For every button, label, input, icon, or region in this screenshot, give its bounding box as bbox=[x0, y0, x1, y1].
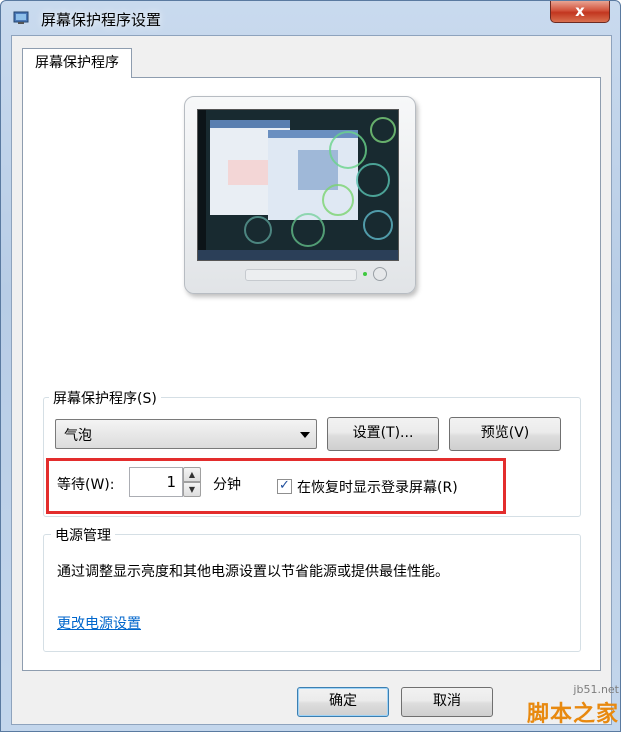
chevron-down-icon bbox=[300, 432, 310, 438]
screensaver-group-label: 屏幕保护程序(S) bbox=[49, 388, 161, 408]
power-description: 通过调整显示亮度和其他电源设置以节省能源或提供最佳性能。 bbox=[57, 564, 449, 580]
close-button[interactable]: x bbox=[550, 1, 610, 23]
close-icon: x bbox=[575, 2, 585, 20]
preview-button[interactable]: 预览(V) bbox=[449, 417, 561, 451]
highlight-annotation-box bbox=[46, 458, 506, 514]
ok-button[interactable]: 确定 bbox=[297, 687, 389, 717]
power-management-group bbox=[43, 534, 581, 652]
watermark-site: jb51.net bbox=[573, 683, 619, 696]
window-title: 屏幕保护程序设置 bbox=[41, 11, 162, 29]
screensaver-app-icon bbox=[13, 11, 29, 24]
tab-screensaver[interactable]: 屏幕保护程序 bbox=[22, 48, 132, 78]
settings-button[interactable]: 设置(T)... bbox=[327, 417, 439, 451]
monitor-slot bbox=[245, 269, 357, 281]
title-bar[interactable]: 屏幕保护程序设置 x bbox=[1, 1, 620, 35]
change-power-settings-link[interactable]: 更改电源设置 bbox=[57, 613, 141, 633]
power-knob-icon bbox=[373, 267, 387, 281]
preview-screen bbox=[197, 109, 399, 261]
screensaver-select-value: 气泡 bbox=[64, 428, 92, 444]
monitor-preview bbox=[184, 96, 416, 294]
watermark-text: 脚本之家 bbox=[526, 702, 619, 727]
screensaver-select[interactable]: 气泡 bbox=[55, 419, 317, 449]
power-group-label: 电源管理 bbox=[51, 525, 115, 545]
cancel-button[interactable]: 取消 bbox=[401, 687, 493, 717]
bubbles-preview-image bbox=[198, 110, 398, 260]
power-led-icon bbox=[363, 272, 367, 276]
watermark: jb51.net 脚本之家 bbox=[527, 683, 619, 728]
dialog-window: 屏幕保护程序设置 x 屏幕保护程序 屏幕保护程序(S) 气泡 设置(T)... … bbox=[0, 0, 621, 732]
